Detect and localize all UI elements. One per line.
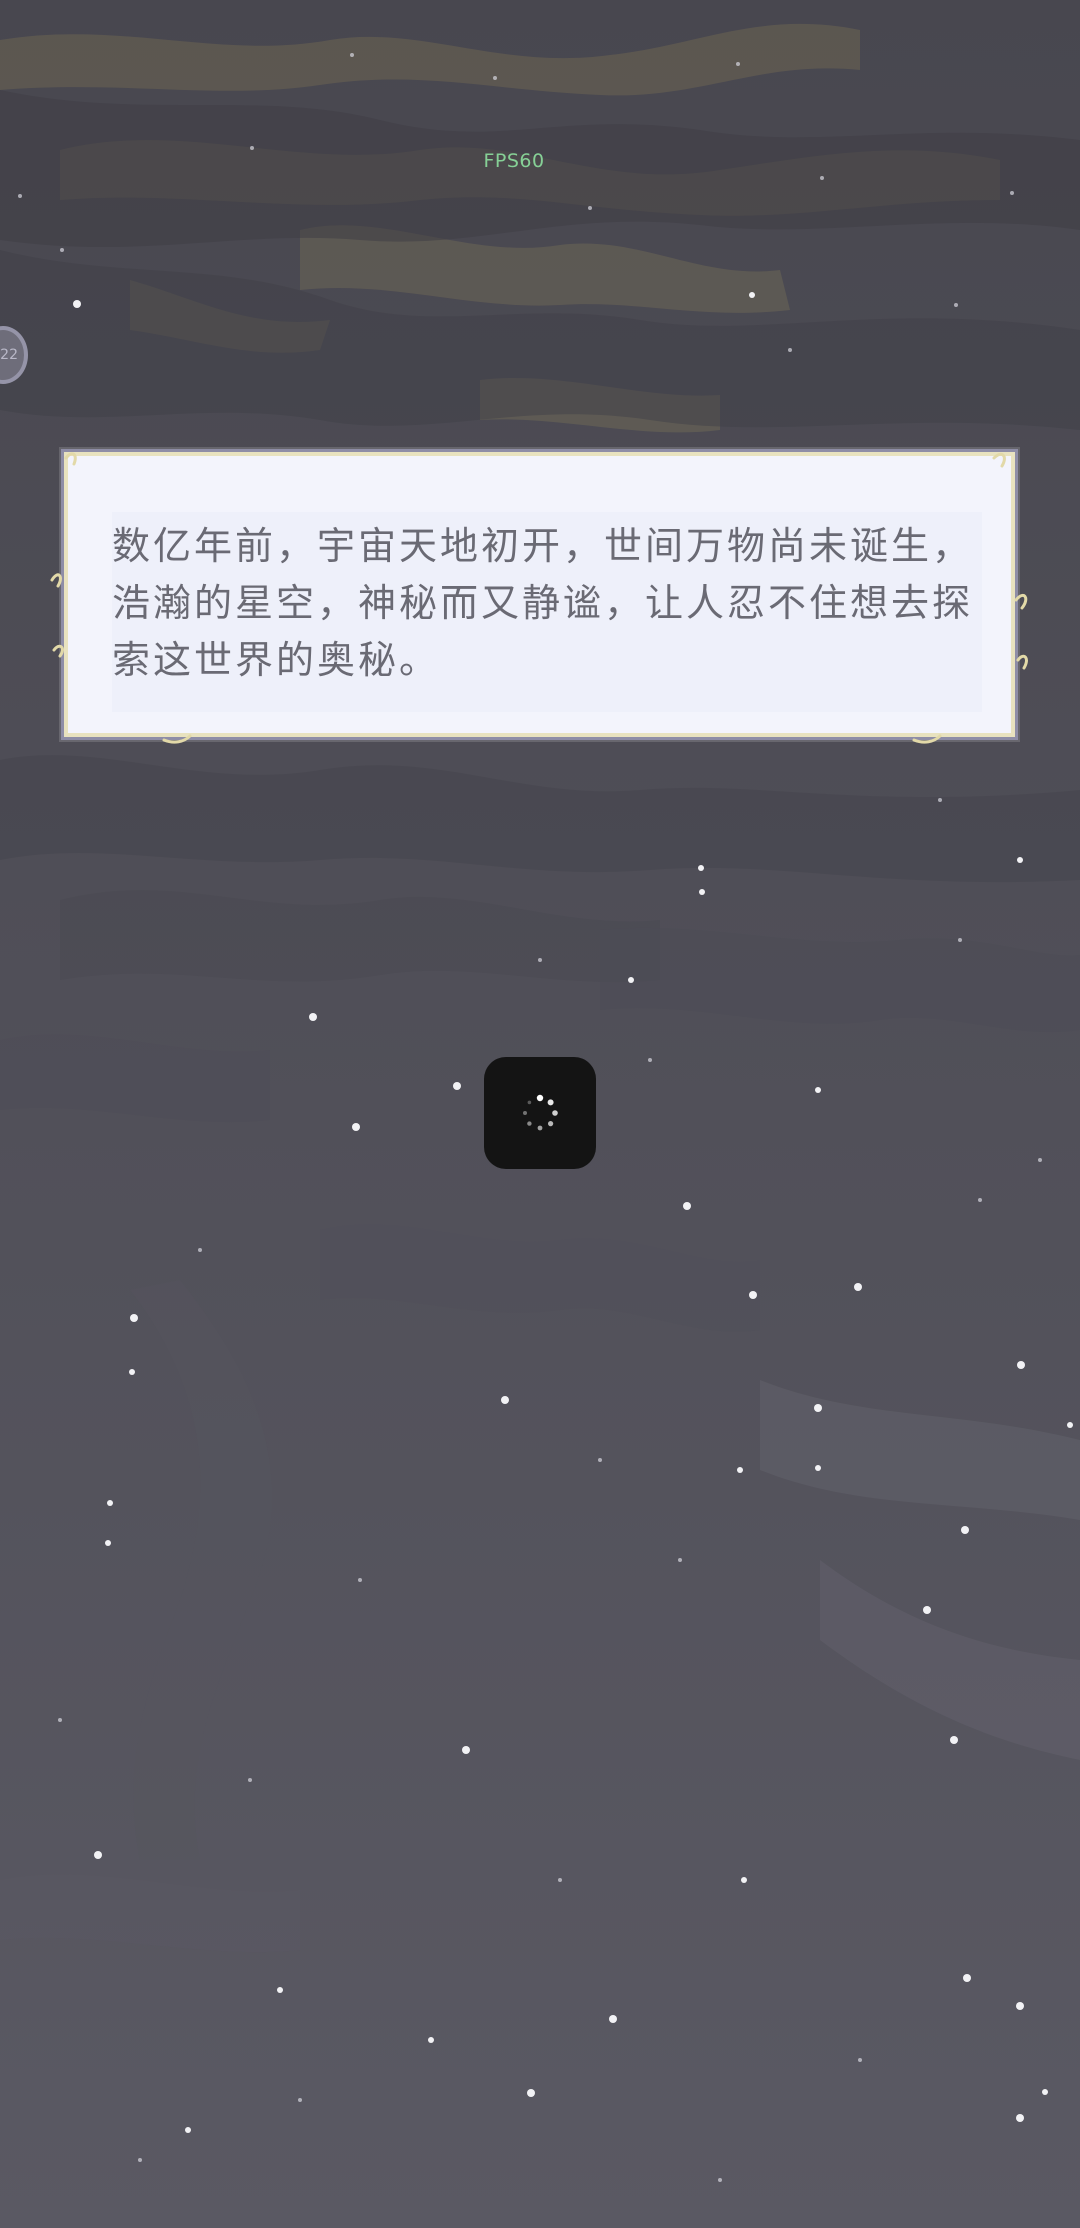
spinner-icon: [523, 1094, 558, 1131]
story-dialog-box[interactable]: 数亿年前，宇宙天地初开，世间万物尚未诞生，浩瀚的星空，神秘而又静谧，让人忍不住想…: [64, 452, 1015, 737]
fps-counter: FPS60: [483, 150, 545, 172]
dialog-text: 数亿年前，宇宙天地初开，世间万物尚未诞生，浩瀚的星空，神秘而又静谧，让人忍不住想…: [112, 524, 974, 682]
loading-indicator: [484, 1057, 596, 1169]
